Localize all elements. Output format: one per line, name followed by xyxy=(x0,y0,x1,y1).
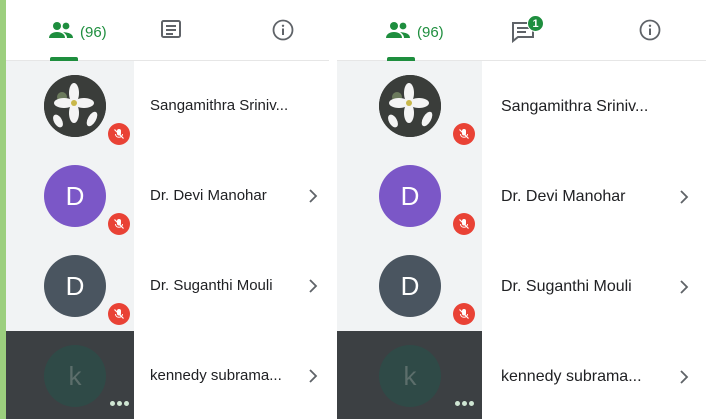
participant-row[interactable]: D Dr. Devi Manohar xyxy=(6,151,329,241)
participant-name: Sangamithra Sriniv... xyxy=(150,97,289,114)
people-icon xyxy=(385,20,411,45)
avatar-cell: D xyxy=(6,151,134,241)
participant-name: Dr. Devi Manohar xyxy=(150,187,267,204)
avatar: k xyxy=(379,345,441,407)
tab-info[interactable] xyxy=(272,14,294,50)
chevron-right-icon[interactable] xyxy=(306,189,320,203)
participant-row[interactable]: Sangamithra Sriniv... xyxy=(337,61,706,151)
participant-row[interactable]: Sangamithra Sriniv... xyxy=(6,61,329,151)
participant-name: Sangamithra Sriniv... xyxy=(501,98,649,115)
flower-photo-icon xyxy=(379,75,441,137)
participant-row[interactable]: D Dr. Suganthi Mouli xyxy=(6,241,329,331)
participants-panel-right: (96) 1 Sangamithra Sriniv... D Dr. Devi … xyxy=(337,0,706,419)
mic-off-icon xyxy=(453,123,475,145)
participants-panel-left: (96) Sangamithra Sriniv... D Dr. Devi Ma… xyxy=(6,0,329,419)
avatar: k xyxy=(44,345,106,407)
tab-info[interactable] xyxy=(639,14,661,50)
avatar-cell xyxy=(337,61,482,151)
participant-row[interactable]: k kennedy subrama... xyxy=(6,331,329,419)
avatar: D xyxy=(379,255,441,317)
avatar-cell: k xyxy=(337,331,482,419)
panel-tabs-bar: (96) 1 xyxy=(337,0,706,61)
participant-list: Sangamithra Sriniv... D Dr. Devi Manohar… xyxy=(337,61,706,419)
info-icon xyxy=(639,19,661,46)
participant-count: (96) xyxy=(417,23,444,41)
avatar: D xyxy=(379,165,441,227)
participant-row[interactable]: D Dr. Suganthi Mouli xyxy=(337,241,706,331)
avatar-cell: D xyxy=(337,241,482,331)
chevron-right-icon[interactable] xyxy=(677,190,691,204)
chat-icon: 1 xyxy=(511,15,544,43)
participant-name: Dr. Suganthi Mouli xyxy=(150,277,273,294)
panel-tabs-bar: (96) xyxy=(6,0,329,61)
participant-name: Dr. Suganthi Mouli xyxy=(501,278,632,295)
participant-name: kennedy subrama... xyxy=(150,367,282,384)
info-icon xyxy=(272,19,294,46)
tab-people[interactable]: (96) xyxy=(48,14,107,50)
chevron-right-icon[interactable] xyxy=(306,369,320,383)
avatar: D xyxy=(44,165,106,227)
chevron-right-icon[interactable] xyxy=(306,279,320,293)
mic-off-icon xyxy=(108,213,130,235)
participant-name: kennedy subrama... xyxy=(501,368,642,385)
participant-list: Sangamithra Sriniv... D Dr. Devi Manohar… xyxy=(6,61,329,419)
participant-row[interactable]: k kennedy subrama... xyxy=(337,331,706,419)
participant-count: (96) xyxy=(80,23,107,41)
tab-chat[interactable] xyxy=(160,14,182,50)
chevron-right-icon[interactable] xyxy=(677,280,691,294)
avatar: D xyxy=(44,255,106,317)
speaking-indicator-icon xyxy=(110,401,129,406)
mic-off-icon xyxy=(453,213,475,235)
avatar-cell: D xyxy=(337,151,482,241)
tab-people[interactable]: (96) xyxy=(385,14,444,50)
avatar-cell: D xyxy=(6,241,134,331)
participant-name: Dr. Devi Manohar xyxy=(501,188,626,205)
mic-off-icon xyxy=(108,123,130,145)
chat-unread-badge: 1 xyxy=(527,15,544,32)
avatar xyxy=(44,75,106,137)
chevron-right-icon[interactable] xyxy=(677,370,691,384)
panel-divider xyxy=(329,0,337,419)
mic-off-icon xyxy=(453,303,475,325)
tab-chat[interactable]: 1 xyxy=(511,14,544,50)
mic-off-icon xyxy=(108,303,130,325)
avatar-cell: k xyxy=(6,331,134,419)
flower-photo-icon xyxy=(44,75,106,137)
participant-row[interactable]: D Dr. Devi Manohar xyxy=(337,151,706,241)
avatar-cell xyxy=(6,61,134,151)
people-icon xyxy=(48,20,74,45)
speaking-indicator-icon xyxy=(455,401,474,406)
avatar xyxy=(379,75,441,137)
chat-icon xyxy=(160,19,182,46)
